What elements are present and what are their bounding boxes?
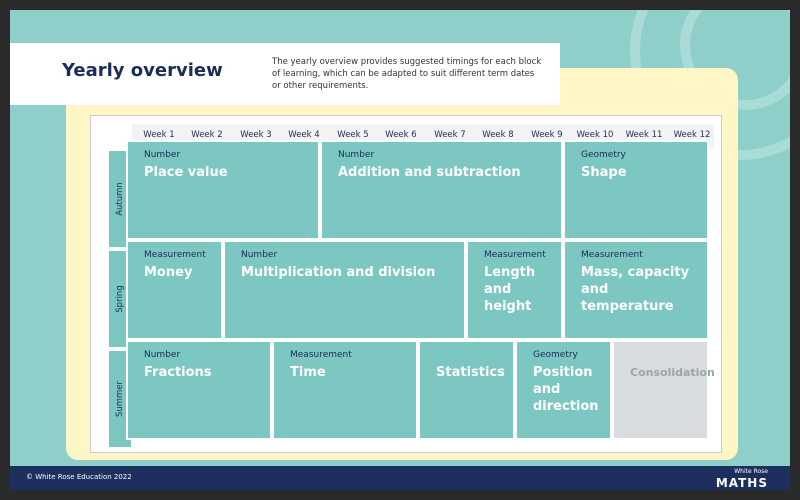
term-name: Autumn [115,182,125,216]
block-place-value[interactable]: Number Place value [126,140,320,240]
block-name: Time [290,365,326,380]
block-category: Geometry [581,150,626,160]
week-header: Week 4 [288,130,320,140]
block-shape[interactable]: Geometry Shape [563,140,709,240]
brand-logo-top: White Rose [734,468,768,475]
block-name: Multiplication and division [241,265,436,280]
block-category: Number [144,350,181,360]
week-header: Week 1 [143,130,175,140]
block-name: Position and direction [533,365,599,414]
block-statistics[interactable]: Statistics [418,340,515,440]
block-name: Place value [144,165,228,180]
term-name: Spring [115,285,125,313]
week-header: Week 3 [240,130,272,140]
brand-logo: MATHS [715,476,768,490]
block-name: Consolidation [630,366,715,379]
block-position-direction[interactable]: Geometry Position and direction [515,340,612,440]
week-header: Week 2 [191,130,223,140]
term-name: Summer [115,380,125,418]
block-consolidation[interactable]: Consolidation [612,340,715,440]
week-header: Week 8 [482,130,514,140]
block-category: Number [338,150,375,160]
block-category: Measurement [484,250,546,260]
block-mass-capacity-temperature[interactable]: Measurement Mass, capacity and temperatu… [563,240,709,340]
block-time[interactable]: Measurement Time [272,340,418,440]
block-length-height[interactable]: Measurement Length and height [466,240,563,340]
intro-text: The yearly overview provides suggested t… [272,57,542,91]
block-category: Geometry [533,350,578,360]
block-name: Mass, capacity and temperature [581,265,690,314]
block-name: Shape [581,165,627,180]
week-header: Week 5 [337,130,369,140]
page-title: Yearly overview [62,60,223,81]
block-name: Addition and subtraction [338,165,521,180]
week-header: Week 12 [673,130,711,140]
week-header: Week 7 [434,130,466,140]
block-category: Measurement [290,350,352,360]
block-category: Measurement [581,250,643,260]
block-fractions[interactable]: Number Fractions [126,340,272,440]
block-name: Fractions [144,365,212,380]
block-name: Length and height [484,265,536,314]
block-category: Number [241,250,278,260]
block-money[interactable]: Measurement Money [126,240,223,340]
week-header: Week 10 [576,130,614,140]
block-name: Money [144,265,193,280]
block-name: Statistics [436,365,505,380]
week-header: Week 11 [625,130,663,140]
footer: © White Rose Education 2022 White Rose M… [10,466,790,490]
block-addition-subtraction[interactable]: Number Addition and subtraction [320,140,563,240]
block-multiplication-division[interactable]: Number Multiplication and division [223,240,466,340]
week-header: Week 6 [385,130,417,140]
slide: Yearly overview The yearly overview prov… [10,10,790,490]
copyright-text: © White Rose Education 2022 [26,473,132,481]
week-header: Week 9 [531,130,563,140]
block-category: Number [144,150,181,160]
block-category: Measurement [144,250,206,260]
